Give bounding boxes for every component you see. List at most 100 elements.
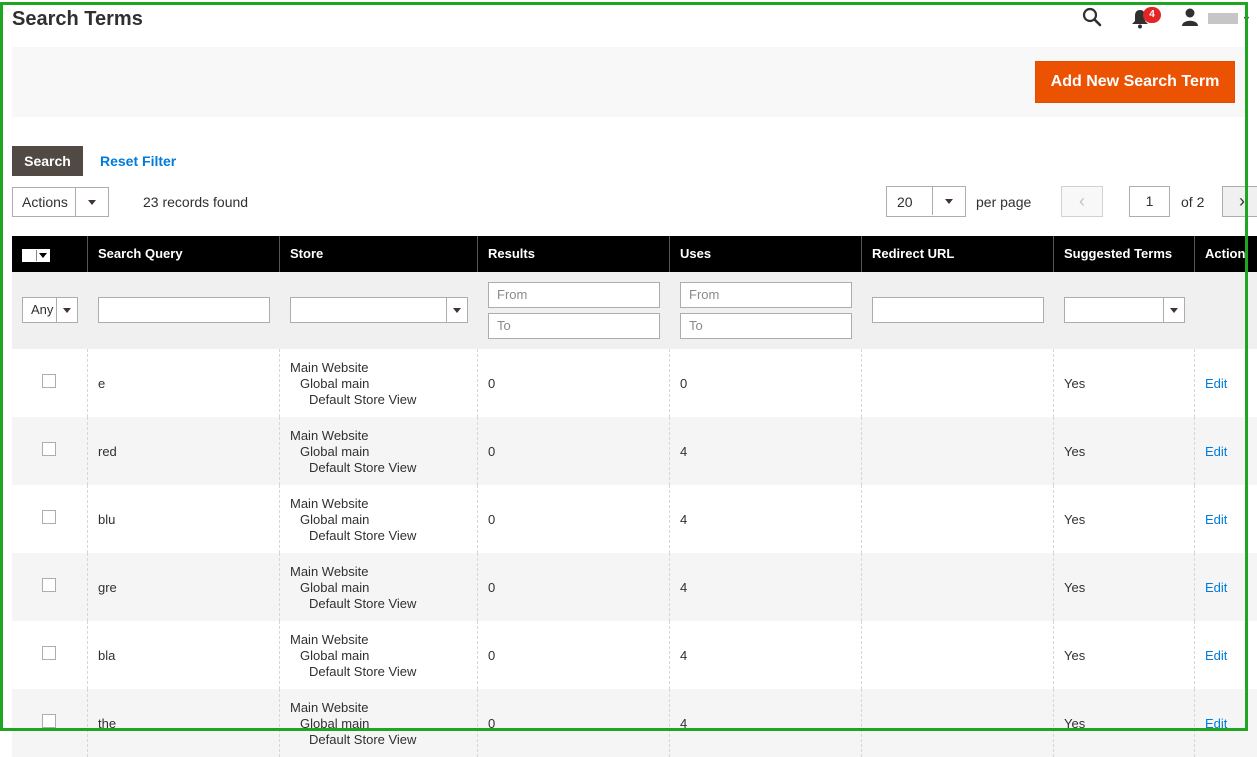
table-row: e Main Website Global main Default Store Vi… [12,349,1257,417]
search-query-value: red [98,444,117,459]
row-checkbox[interactable] [42,442,56,456]
store-website: Main Website [290,428,369,443]
add-new-search-term-button[interactable]: Add New Search Term [1035,61,1235,103]
chevron-down-icon [446,298,467,322]
suggested-terms-cell: Yes [1054,689,1195,757]
results-cell: 0 [478,553,670,621]
row-checkbox[interactable] [42,578,56,592]
results-cell: 0 [478,485,670,553]
store-group: Global main [300,580,370,595]
previous-page-button[interactable]: ‹ [1061,186,1103,217]
edit-link[interactable]: Edit [1205,716,1227,731]
row-select-cell [12,621,88,689]
uses-cell: 4 [670,417,862,485]
uses-value: 0 [680,376,688,391]
search-query-cell: the [88,689,280,757]
redirect-url-cell [862,553,1054,621]
suggested-terms-cell: Yes [1054,349,1195,417]
per-page-label: per page [976,194,1032,210]
store-view: Default Store View [309,732,417,747]
action-cell: Edit [1195,621,1257,689]
next-page-button[interactable]: › [1222,186,1257,217]
store-cell: Main Website Global main Default Store Vie… [280,349,478,417]
uses-cell: 0 [670,349,862,417]
uses-from-input[interactable]: From [680,282,852,308]
row-checkbox[interactable] [42,510,56,524]
row-checkbox[interactable] [42,646,56,660]
row-select-cell [12,553,88,621]
suggested-terms-value: Yes [1064,716,1086,731]
any-filter-select[interactable]: Any [22,297,78,323]
chevron-down-icon[interactable] [932,187,965,215]
search-terms-grid: Search Query Store Results Uses Redirect… [12,236,1257,757]
row-checkbox[interactable] [42,714,56,728]
user-name-redacted[interactable] [1208,13,1238,24]
mass-select-dropdown[interactable] [22,249,50,262]
column-header-redirect-url[interactable]: Redirect URL [862,236,1054,272]
total-pages: of 2 [1181,194,1205,210]
store-cell: Main Website Global main Default Store Vie… [280,621,478,689]
search-query-filter-input[interactable] [98,297,270,323]
uses-value: 4 [680,648,688,663]
store-website: Main Website [290,564,369,579]
search-icon[interactable] [1082,7,1102,27]
mass-actions-select[interactable]: Actions [12,187,109,217]
uses-cell: 4 [670,621,862,689]
chevron-down-icon[interactable]: ▼ [1242,14,1251,24]
edit-link[interactable]: Edit [1205,376,1227,391]
search-button[interactable]: Search [12,146,83,176]
per-page-select[interactable]: 20 [886,186,966,217]
results-cell: 0 [478,689,670,757]
results-value: 0 [488,512,496,527]
redirect-url-cell [862,621,1054,689]
column-header-suggested-terms[interactable]: Suggested Terms [1054,236,1195,272]
store-view: Default Store View [309,596,417,611]
results-to-input[interactable]: To [488,313,660,339]
results-from-placeholder: From [497,287,528,302]
per-page-value: 20 [897,194,913,210]
uses-value: 4 [680,580,688,595]
grid-filter-row: Any From To From To [12,272,1257,349]
edit-link[interactable]: Edit [1205,512,1227,527]
store-cell: Main Website Global main Default Store Vie… [280,417,478,485]
search-query-cell: bla [88,621,280,689]
row-checkbox[interactable] [42,374,56,388]
store-view: Default Store View [309,392,417,407]
grid-header-row: Search Query Store Results Uses Redirect… [12,236,1257,272]
chevron-right-icon: › [1239,191,1245,211]
action-cell: Edit [1195,485,1257,553]
suggested-terms-filter-select[interactable] [1064,297,1185,323]
edit-link[interactable]: Edit [1205,444,1227,459]
results-from-input[interactable]: From [488,282,660,308]
column-header-results[interactable]: Results [478,236,670,272]
search-query-cell: blu [88,485,280,553]
uses-cell: 4 [670,553,862,621]
uses-value: 4 [680,444,688,459]
store-group: Global main [300,444,370,459]
actions-label: Actions [22,194,68,210]
edit-link[interactable]: Edit [1205,580,1227,595]
store-view: Default Store View [309,528,417,543]
chevron-down-icon [56,298,77,322]
column-header-uses[interactable]: Uses [670,236,862,272]
results-cell: 0 [478,621,670,689]
results-cell: 0 [478,349,670,417]
current-page-input[interactable]: 1 [1129,186,1170,217]
row-select-cell [12,689,88,757]
column-header-store[interactable]: Store [280,236,478,272]
redirect-url-filter-input[interactable] [872,297,1044,323]
mass-select-header[interactable] [12,236,88,272]
column-header-search-query[interactable]: Search Query [88,236,280,272]
store-group: Global main [300,376,370,391]
chevron-down-icon[interactable] [75,188,108,216]
reset-filter-link[interactable]: Reset Filter [100,153,176,169]
uses-to-input[interactable]: To [680,313,852,339]
store-website: Main Website [290,700,369,715]
uses-cell: 4 [670,485,862,553]
user-icon[interactable] [1181,8,1199,26]
redirect-url-cell [862,349,1054,417]
store-filter-select[interactable] [290,297,468,323]
redirect-url-cell [862,689,1054,757]
any-option: Any [31,302,54,317]
edit-link[interactable]: Edit [1205,648,1227,663]
